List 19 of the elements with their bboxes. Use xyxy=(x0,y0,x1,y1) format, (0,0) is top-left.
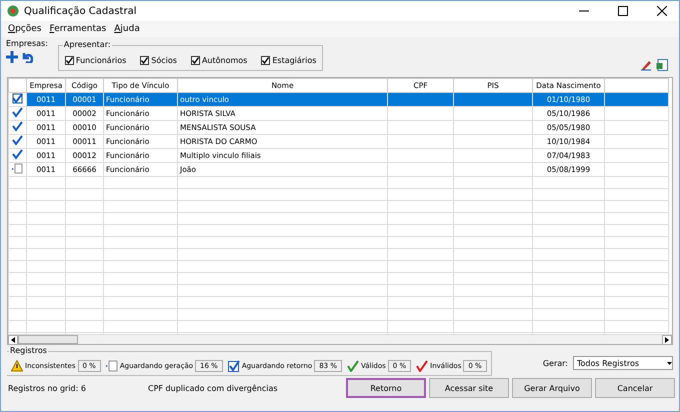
menu-item[interactable]: Ajuda xyxy=(114,24,140,34)
menu-item[interactable]: Ferramentas xyxy=(50,24,106,34)
checkbox-label: Estagiários xyxy=(272,56,316,65)
menu-item[interactable]: Opções xyxy=(8,24,42,34)
window-title: Qualificação Cadastral xyxy=(24,6,138,16)
gerar-dropdown[interactable]: Todos Registros xyxy=(573,356,673,370)
action-button[interactable]: Retorno xyxy=(346,378,426,398)
action-button[interactable]: Gerar Arquivo xyxy=(512,378,592,398)
checkbox-label: Funcionários xyxy=(76,56,126,65)
action-button[interactable]: Acessar site xyxy=(429,378,509,398)
status-message: CPF duplicado com divergências xyxy=(148,384,279,392)
group-title: Registros xyxy=(9,346,48,355)
record-count: Registros no grid: 6 xyxy=(8,384,87,392)
gerar-label: Gerar: xyxy=(542,358,568,368)
checkbox-label: Autônomos xyxy=(202,56,248,65)
group-title: Apresentar: xyxy=(62,40,112,49)
action-button[interactable]: Cancelar xyxy=(595,378,675,398)
empresas-label: Empresas: xyxy=(6,39,48,48)
checkbox-label: Sócios xyxy=(151,56,177,65)
